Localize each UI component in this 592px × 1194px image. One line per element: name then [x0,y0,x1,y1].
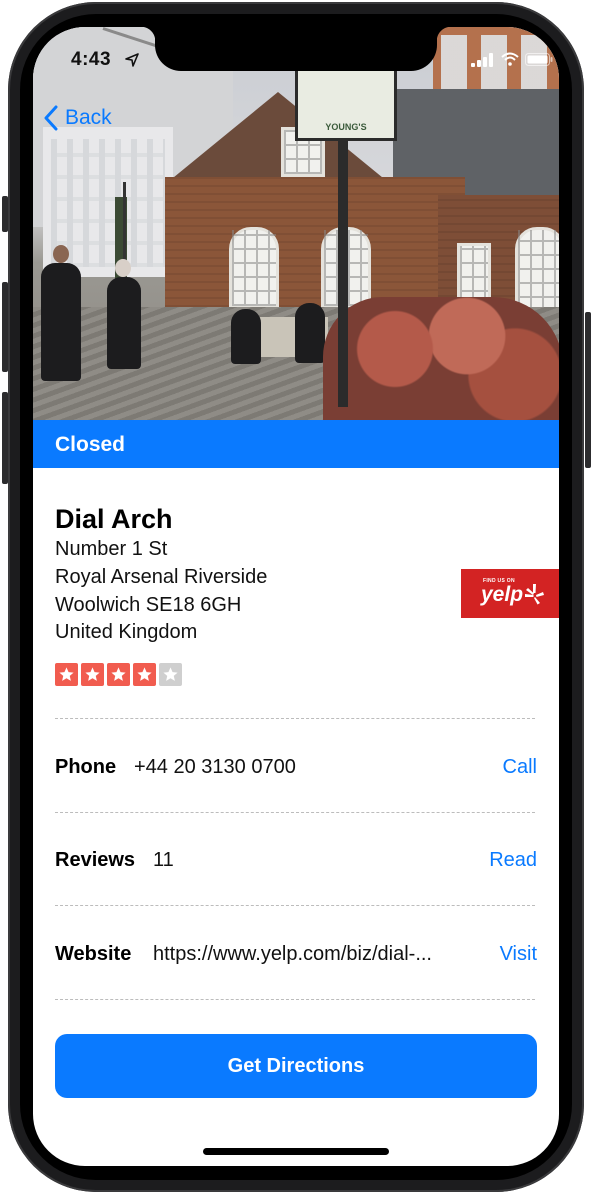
business-name: Dial Arch [55,504,173,534]
reviews-label: Reviews [55,849,136,871]
phone-value: +44 20 3130 0700 [134,756,296,778]
battery-icon [525,53,553,66]
divider [55,718,535,719]
status-time: 4:43 [71,49,112,70]
photo-person [107,277,141,369]
visit-website-link[interactable]: Visit [500,943,537,966]
photo-person-head [115,259,131,277]
website-label: Website [55,943,132,965]
reviews-count: 11 [153,849,174,871]
photo-sign-pole [338,97,348,407]
volume-down-button [2,392,8,484]
address-line: Royal Arsenal Riverside [55,566,268,588]
photo-person [295,303,325,363]
photo-window [229,227,279,309]
address-line: Woolwich SE18 6GH [55,594,242,616]
yelp-logo-text: yelp [481,583,524,606]
phone-row: Phone +44 20 3130 0700 Call [55,756,537,786]
photo-person [231,309,261,364]
website-url: https://www.yelp.com/biz/dial-... [153,943,432,965]
status-bar: 4:43 [33,47,559,77]
cellular-signal-icon [471,53,493,67]
photo-flower-bush [323,297,559,420]
back-label: Back [65,106,112,129]
reviews-row: Reviews 11 Read [55,849,537,879]
divider [55,812,535,813]
screen: 4:43 Back Closed Dial Arch [33,27,559,1166]
star-filled-icon [55,663,78,686]
website-row: Website https://www.yelp.com/biz/dial-..… [55,943,537,973]
power-button [585,312,591,468]
address-line: United Kingdom [55,621,198,643]
photo-person-head [53,245,69,263]
star-empty-icon [159,663,182,686]
yelp-burst-icon [525,584,544,605]
star-filled-icon [107,663,130,686]
open-status-text: Closed [55,433,126,456]
address-line: Number 1 St [55,538,168,560]
call-link[interactable]: Call [503,756,537,779]
read-reviews-link[interactable]: Read [489,849,537,872]
photo-window [515,227,559,315]
wifi-icon [501,52,519,66]
chevron-left-icon [44,105,58,131]
rating-stars [55,663,182,686]
get-directions-label: Get Directions [227,1055,365,1077]
location-arrow-icon [125,53,139,67]
volume-up-button [2,282,8,372]
divider [55,905,535,906]
photo-person [41,263,81,381]
mute-switch [2,196,8,232]
phone-label: Phone [55,756,117,778]
star-filled-icon [81,663,104,686]
back-button[interactable]: Back [43,105,112,131]
business-photo [33,27,559,420]
yelp-badge[interactable]: FIND US ON yelp [461,569,559,618]
star-filled-icon [133,663,156,686]
divider [55,999,535,1000]
status-banner: Closed [33,420,559,468]
get-directions-button[interactable]: Get Directions [55,1034,537,1098]
home-indicator[interactable] [203,1148,389,1155]
